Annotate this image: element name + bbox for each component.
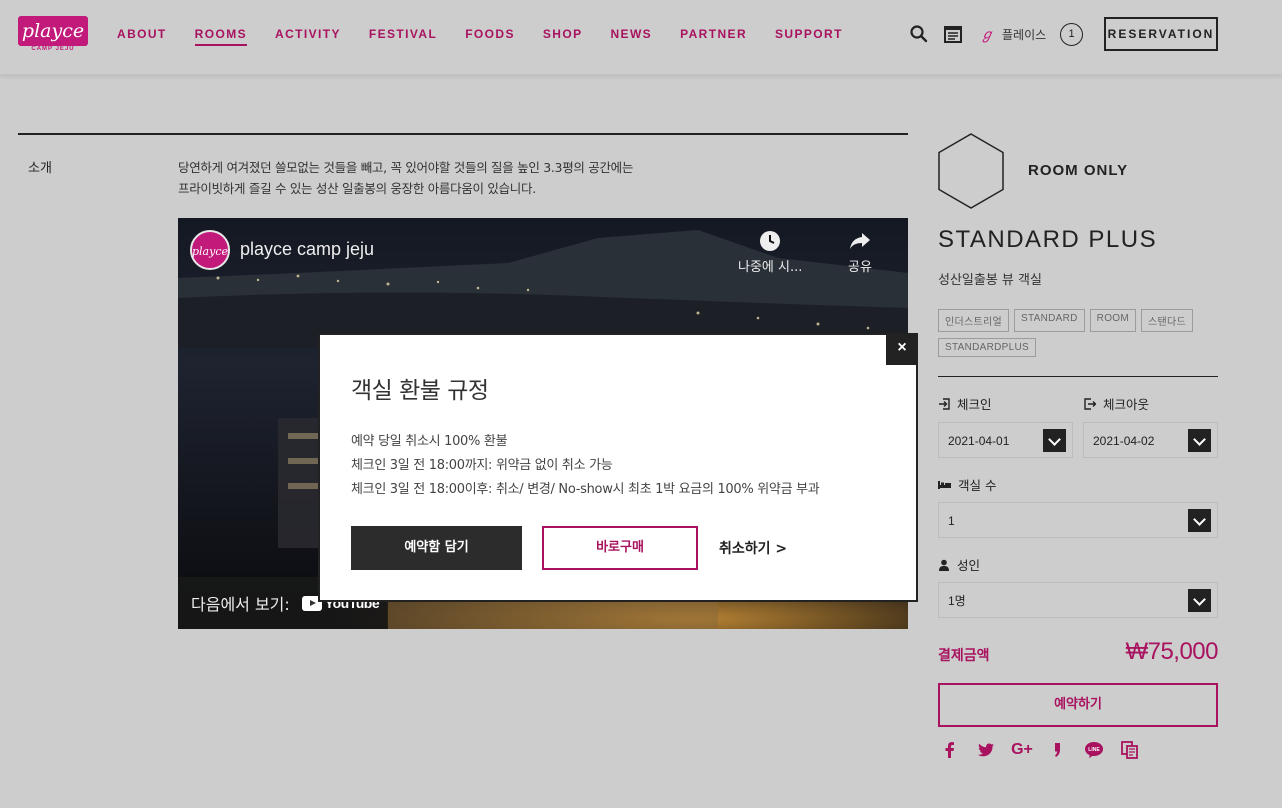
buy-now-button[interactable]: 바로구매 xyxy=(542,526,698,570)
logout-icon xyxy=(1084,397,1096,410)
close-icon[interactable]: × xyxy=(886,333,918,365)
line-icon[interactable]: LINE xyxy=(1084,740,1104,760)
watch-on-label: 다음에서 보기: xyxy=(191,595,290,614)
tag[interactable]: 인더스트리얼 xyxy=(938,309,1009,332)
user-name: 플레이스 xyxy=(1002,27,1047,42)
nav-item-partner[interactable]: PARTNER xyxy=(680,26,747,46)
refund-policy-text: 예약 당일 취소시 100% 환불 체크인 3일 전 18:00까지: 위약금 … xyxy=(351,430,820,502)
clock-icon xyxy=(760,231,781,251)
hexagon-icon xyxy=(938,133,1004,209)
checkin-label-text: 체크인 xyxy=(957,397,992,412)
nav-item-festival[interactable]: FESTIVAL xyxy=(369,26,437,46)
watch-later-label: 나중에 시... xyxy=(738,260,803,275)
policy-line-3: 체크인 3일 전 18:00이후: 취소/ 변경/ No-show시 최초 1박… xyxy=(351,482,820,497)
checkout-date-value: 2021-04-02 xyxy=(1093,434,1155,448)
adults-value: 1명 xyxy=(948,594,966,608)
room-plan: ROOM ONLY xyxy=(1028,162,1129,179)
rooms-label: 객실 수 xyxy=(938,475,996,494)
refund-policy-modal: × 객실 환불 규정 예약 당일 취소시 100% 환불 체크인 3일 전 18… xyxy=(318,333,918,602)
share-video-button[interactable]: 공유 xyxy=(848,230,872,275)
nav-item-news[interactable]: NEWS xyxy=(610,26,652,46)
policy-line-1: 예약 당일 취소시 100% 환불 xyxy=(351,434,508,449)
video-title[interactable]: playce camp jeju xyxy=(240,239,374,260)
intro-text: 당연하게 여겨졌던 쓸모없는 것들을 빼고, 꼭 있어야할 것들의 질을 높인 … xyxy=(178,157,633,199)
nav-item-support[interactable]: SUPPORT xyxy=(775,26,843,46)
nav-item-shop[interactable]: SHOP xyxy=(543,26,583,46)
kakaostory-icon[interactable] xyxy=(1048,740,1068,760)
checkout-label-text: 체크아웃 xyxy=(1103,397,1150,412)
facebook-icon[interactable] xyxy=(940,740,960,760)
person-icon xyxy=(939,559,949,571)
adults-label-text: 성인 xyxy=(957,558,981,573)
add-to-cart-button[interactable]: 예약함 담기 xyxy=(351,526,522,570)
search-icon[interactable] xyxy=(909,24,929,44)
room-description: 성산일출봉 뷰 객실 xyxy=(938,273,1042,288)
share-arrow-icon xyxy=(850,233,870,249)
rooms-select[interactable]: 1 xyxy=(938,502,1218,538)
calendar-icon[interactable] xyxy=(943,24,963,44)
chevron-down-icon xyxy=(1188,429,1211,452)
playce-mini-logo-icon: ℊ xyxy=(980,27,994,43)
tag[interactable]: STANDARDPLUS xyxy=(938,338,1036,357)
share-label: 공유 xyxy=(848,260,872,275)
intro-label: 소개 xyxy=(28,161,52,176)
twitter-icon[interactable] xyxy=(976,740,996,760)
nav-item-rooms[interactable]: ROOMS xyxy=(194,26,248,46)
tag[interactable]: ROOM xyxy=(1089,309,1136,332)
checkout-label: 체크아웃 xyxy=(1084,394,1149,413)
modal-title: 객실 환불 규정 xyxy=(351,378,489,404)
bed-icon xyxy=(938,480,951,489)
sidebar-divider xyxy=(938,376,1218,377)
share-row: G+ LINE xyxy=(940,740,1156,760)
adults-label: 성인 xyxy=(938,555,980,574)
logo-mark: playce xyxy=(18,16,88,46)
checkout-date-select[interactable]: 2021-04-02 xyxy=(1083,422,1218,458)
section-divider xyxy=(18,133,908,135)
reservation-button[interactable]: RESERVATION xyxy=(1104,17,1218,51)
checkin-date-select[interactable]: 2021-04-01 xyxy=(938,422,1073,458)
rooms-label-text: 객실 수 xyxy=(958,478,997,493)
copy-link-icon[interactable] xyxy=(1120,740,1140,760)
chevron-down-icon xyxy=(1188,589,1211,612)
nav-item-about[interactable]: ABOUT xyxy=(117,26,167,46)
google-plus-icon[interactable]: G+ xyxy=(1011,740,1033,760)
book-button[interactable]: 예약하기 xyxy=(938,683,1218,727)
intro-line-1: 당연하게 여겨졌던 쓸모없는 것들을 빼고, 꼭 있어야할 것들의 질을 높인 … xyxy=(178,160,634,175)
watch-later-button[interactable]: 나중에 시... xyxy=(738,230,802,275)
rooms-value: 1 xyxy=(948,514,955,528)
cart-count-badge[interactable]: 1 xyxy=(1060,23,1083,46)
room-name: STANDARD PLUS xyxy=(938,226,1158,253)
nav-item-foods[interactable]: FOODS xyxy=(465,26,515,46)
login-icon xyxy=(939,397,950,410)
policy-line-2: 체크인 3일 전 18:00까지: 위약금 없이 취소 가능 xyxy=(351,458,613,473)
site-logo[interactable]: playce CAMP JEJU xyxy=(18,16,88,52)
adults-select[interactable]: 1명 xyxy=(938,582,1218,618)
checkin-label: 체크인 xyxy=(938,394,992,413)
checkin-date-value: 2021-04-01 xyxy=(948,434,1010,448)
total-price: ₩75,000 xyxy=(1125,638,1218,665)
tag[interactable]: STANDARD xyxy=(1014,309,1085,332)
nav-item-activity[interactable]: ACTIVITY xyxy=(275,26,341,46)
logo-subtitle: CAMP JEJU xyxy=(31,46,75,52)
cancel-link[interactable]: 취소하기 > xyxy=(719,538,787,558)
tag-list: 인더스트리얼 STANDARD ROOM 스탠다드 STANDARDPLUS xyxy=(938,309,1223,363)
tag[interactable]: 스탠다드 xyxy=(1140,309,1193,332)
channel-avatar[interactable]: playce xyxy=(190,230,230,270)
line-icon-text: LINE xyxy=(1088,747,1100,753)
site-header: playce CAMP JEJU ABOUT ROOMS ACTIVITY FE… xyxy=(0,0,1282,75)
intro-line-2: 프라이빗하게 즐길 수 있는 성산 일출봉의 웅장한 아름다움이 있습니다. xyxy=(178,181,536,196)
main-nav: ABOUT ROOMS ACTIVITY FESTIVAL FOODS SHOP… xyxy=(117,26,871,46)
chevron-down-icon xyxy=(1043,429,1066,452)
chevron-down-icon xyxy=(1188,509,1211,532)
user-menu[interactable]: ℊ 플레이스 xyxy=(980,24,1046,44)
total-label: 결제금액 xyxy=(938,648,990,664)
